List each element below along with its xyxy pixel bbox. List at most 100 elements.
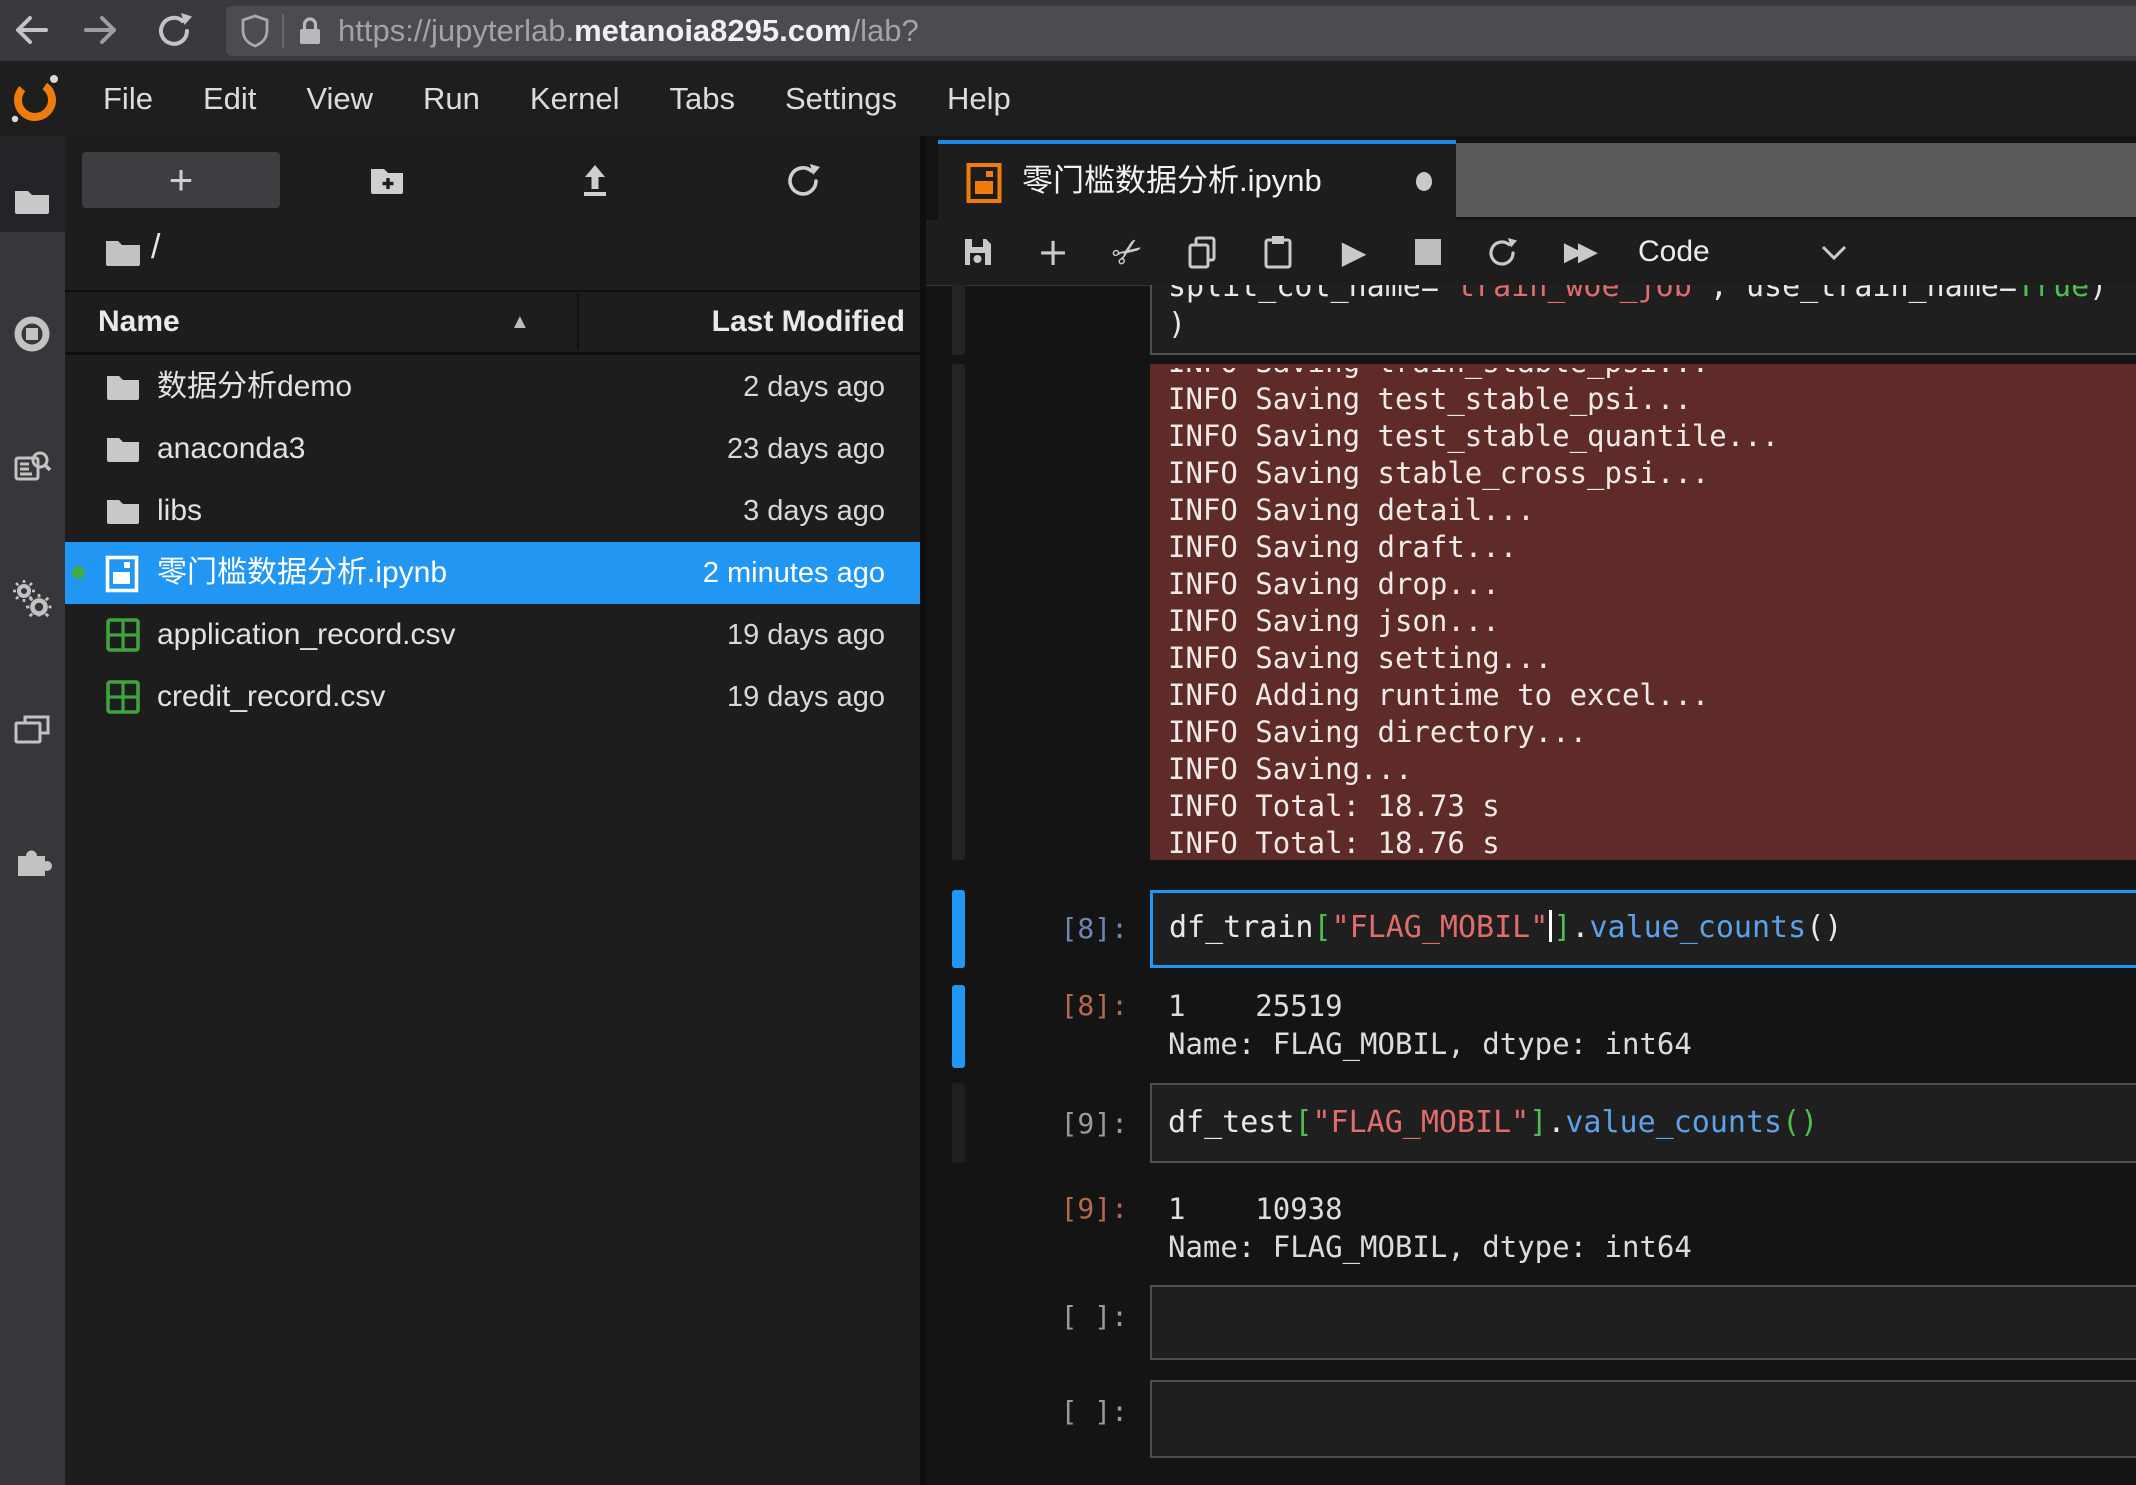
file-browser-icon[interactable] <box>12 182 52 222</box>
output-line: 1 10938 <box>1168 1190 1692 1228</box>
chevron-down-icon[interactable] <box>1821 244 1847 262</box>
code-cell[interactable]: df_test["FLAG_MOBIL"].value_counts() <box>1150 1083 2136 1163</box>
jupyterlab-menubar: FileEditViewRunKernelTabsSettingsHelp <box>0 61 2136 136</box>
empty-code-cell[interactable] <box>1150 1285 2136 1360</box>
menu-edit[interactable]: Edit <box>178 61 281 136</box>
running-sessions-icon[interactable] <box>12 314 52 354</box>
url-text: https://jupyterlab.metanoia8295.com/lab? <box>338 13 919 49</box>
file-row[interactable]: 数据分析demo2 days ago <box>65 356 920 418</box>
file-modified: 23 days ago <box>727 418 885 480</box>
browser-address-bar[interactable]: https://jupyterlab.metanoia8295.com/lab? <box>226 6 2136 56</box>
file-row[interactable]: application_record.csv 19 days ago <box>65 604 920 666</box>
jupyterlab-browser-window: https://jupyterlab.metanoia8295.com/lab?… <box>0 0 2136 1485</box>
spreadsheet-icon <box>105 617 141 653</box>
notebook-file-icon <box>966 162 1002 204</box>
new-folder-button[interactable] <box>365 158 409 202</box>
plus-icon: + <box>169 156 194 204</box>
menu-file[interactable]: File <box>78 61 178 136</box>
file-list-header: Name ▲ Last Modified <box>65 292 920 352</box>
log-line: INFO Saving detail... <box>1168 492 2136 529</box>
log-line: INFO Saving setting... <box>1168 640 2136 677</box>
notebook-scroll-area[interactable]: split_col_name="train_woe_job", use_trai… <box>926 285 2136 1485</box>
text-cursor <box>1549 910 1552 942</box>
breadcrumb-folder-icon[interactable] <box>105 237 141 267</box>
empty-code-cell[interactable] <box>1150 1380 2136 1458</box>
browser-back-icon[interactable] <box>8 8 52 52</box>
file-modified: 3 days ago <box>743 480 885 542</box>
file-name: libs <box>157 480 202 542</box>
menu-tabs[interactable]: Tabs <box>645 61 760 136</box>
copy-cells-icon[interactable] <box>1181 220 1225 284</box>
folder-icon <box>105 369 141 405</box>
address-bar-divider <box>282 14 284 48</box>
file-modified: 19 days ago <box>727 604 885 666</box>
restart-run-all-icon[interactable]: ▶▶ <box>1557 220 1601 284</box>
file-list: 数据分析demo2 days agoanaconda323 days agoli… <box>65 356 920 728</box>
add-cell-icon[interactable]: + <box>1031 220 1075 284</box>
file-row[interactable]: anaconda323 days ago <box>65 418 920 480</box>
active-cell-collapser[interactable] <box>952 890 965 968</box>
interrupt-kernel-icon[interactable] <box>1406 220 1450 284</box>
notebook-dock-panel: 零门槛数据分析.ipynb + ✂ ▶ ▶▶ Code <box>926 136 2136 1485</box>
menu-settings[interactable]: Settings <box>760 61 922 136</box>
folder-icon <box>105 493 141 529</box>
column-header-name[interactable]: Name <box>98 292 180 352</box>
settings-gears-icon[interactable] <box>12 579 52 619</box>
file-modified: 19 days ago <box>727 666 885 728</box>
tab-bar-empty-space <box>1456 143 2136 217</box>
file-name: 零门槛数据分析.ipynb <box>157 542 447 604</box>
browser-forward-icon[interactable] <box>80 8 124 52</box>
file-row[interactable]: credit_record.csv 19 days ago <box>65 666 920 728</box>
upload-button[interactable] <box>573 158 617 202</box>
scrolled-code-cell[interactable]: split_col_name="train_woe_job", use_trai… <box>1150 285 2136 355</box>
browser-toolbar: https://jupyterlab.metanoia8295.com/lab? <box>0 0 2136 62</box>
file-name: 数据分析demo <box>157 356 352 418</box>
menu-view[interactable]: View <box>281 61 398 136</box>
active-code-cell[interactable]: df_train["FLAG_MOBIL"].value_counts() <box>1150 890 2136 968</box>
open-tabs-icon[interactable] <box>12 711 52 751</box>
output-collapser[interactable] <box>952 364 965 860</box>
cut-cells-icon[interactable]: ✂ <box>1106 220 1150 284</box>
breadcrumb[interactable]: / <box>151 228 160 267</box>
file-name: credit_record.csv <box>157 666 385 728</box>
log-line-clipped: INFO Saving train_stable_psi... <box>1168 368 2136 381</box>
file-row[interactable]: libs 3 days ago <box>65 480 920 542</box>
cell-output-text: 1 25519Name: FLAG_MOBIL, dtype: int64 <box>1168 987 1692 1063</box>
menu-kernel[interactable]: Kernel <box>505 61 645 136</box>
folder-icon <box>105 431 141 467</box>
output-prompt: [8]: <box>966 989 1128 1022</box>
log-line: INFO Saving test_stable_quantile... <box>1168 418 2136 455</box>
notebook-tab[interactable]: 零门槛数据分析.ipynb <box>938 140 1456 220</box>
log-line: INFO Total: 18.76 s <box>1168 825 2136 860</box>
output-line: 1 25519 <box>1168 987 1692 1025</box>
output-line: Name: FLAG_MOBIL, dtype: int64 <box>1168 1025 1692 1063</box>
menu-help[interactable]: Help <box>922 61 1036 136</box>
file-name: application_record.csv <box>157 604 456 666</box>
output-line: Name: FLAG_MOBIL, dtype: int64 <box>1168 1228 1692 1266</box>
cell-collapser[interactable] <box>952 1083 965 1163</box>
log-line: INFO Saving json... <box>1168 603 2136 640</box>
menu-run[interactable]: Run <box>398 61 505 136</box>
paste-cells-icon[interactable] <box>1256 220 1300 284</box>
shield-icon[interactable] <box>240 13 270 49</box>
extensions-puzzle-icon[interactable] <box>12 841 52 881</box>
log-line: INFO Saving draft... <box>1168 529 2136 566</box>
restart-kernel-icon[interactable] <box>1480 220 1524 284</box>
unsaved-changes-dot-icon[interactable] <box>1416 172 1432 191</box>
browser-reload-icon[interactable] <box>152 8 196 52</box>
property-inspector-icon[interactable] <box>12 447 52 487</box>
cell-type-dropdown[interactable]: Code <box>1638 220 1710 284</box>
file-row[interactable]: 零门槛数据分析.ipynb2 minutes ago <box>65 542 920 604</box>
save-icon[interactable] <box>956 220 1000 284</box>
input-prompt: [8]: <box>966 912 1128 945</box>
column-divider <box>577 294 579 350</box>
column-header-modified[interactable]: Last Modified <box>712 292 905 352</box>
log-line: INFO Saving... <box>1168 751 2136 788</box>
new-launcher-button[interactable]: + <box>82 152 280 208</box>
run-cell-icon[interactable]: ▶ <box>1332 220 1376 284</box>
cell-collapser[interactable] <box>952 285 965 355</box>
sort-ascending-icon[interactable]: ▲ <box>510 292 530 352</box>
log-line: INFO Saving drop... <box>1168 566 2136 603</box>
active-output-collapser[interactable] <box>952 985 965 1068</box>
refresh-button[interactable] <box>781 158 825 202</box>
